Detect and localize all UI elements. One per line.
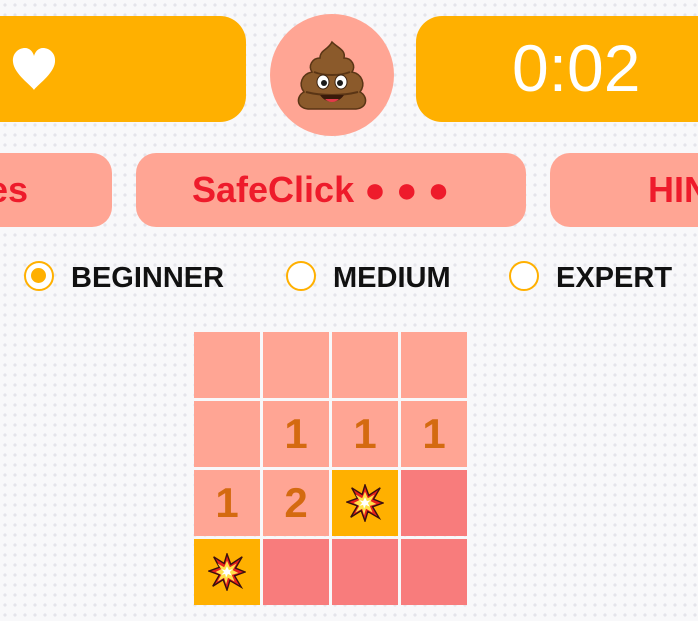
hidden-cell[interactable] [263, 539, 329, 605]
game-page: 0:02 es SafeClick ● ● ● HIN BEGINNER MED… [0, 0, 698, 621]
cell-number: 2 [284, 479, 308, 526]
revealed-cell[interactable] [194, 332, 260, 398]
lives-button[interactable]: es [0, 153, 112, 227]
radio-expert[interactable] [509, 261, 539, 291]
hint-button[interactable]: HIN [550, 153, 698, 227]
revealed-cell[interactable] [263, 332, 329, 398]
difficulty-selector: BEGINNER MEDIUM EXPERT [0, 260, 698, 296]
revealed-cell[interactable] [401, 332, 467, 398]
poop-emoji-icon [297, 40, 367, 110]
heart-icon [12, 48, 56, 90]
revealed-cell[interactable] [194, 401, 260, 467]
cell-number: 1 [215, 479, 239, 526]
cell-number: 1 [353, 410, 377, 457]
reset-face-button[interactable] [270, 14, 394, 136]
revealed-cell[interactable]: 1 [263, 401, 329, 467]
revealed-cell[interactable]: 1 [194, 470, 260, 536]
difficulty-medium-label: MEDIUM [333, 262, 451, 294]
mine-cell[interactable] [332, 470, 398, 536]
cell-number: 1 [422, 410, 446, 457]
hidden-cell[interactable] [332, 539, 398, 605]
revealed-cell[interactable]: 1 [401, 401, 467, 467]
lives-button-label: es [0, 169, 28, 210]
cell-number: 1 [284, 410, 308, 457]
safeclick-button[interactable]: SafeClick ● ● ● [136, 153, 526, 227]
safeclick-remaining-dots: ● ● ● [364, 169, 450, 210]
timer-panel: 0:02 [416, 16, 698, 122]
hidden-cell[interactable] [401, 470, 467, 536]
revealed-cell[interactable] [332, 332, 398, 398]
explosion-icon [346, 484, 384, 522]
lives-panel [0, 16, 246, 122]
revealed-cell[interactable]: 2 [263, 470, 329, 536]
difficulty-beginner-label: BEGINNER [71, 262, 225, 294]
radio-beginner[interactable] [24, 261, 54, 291]
difficulty-expert-label: EXPERT [556, 262, 673, 294]
hint-button-label: HIN [648, 169, 698, 210]
revealed-cell[interactable]: 1 [332, 401, 398, 467]
minesweeper-board: 11112 [194, 332, 470, 605]
safeclick-label: SafeClick ● ● ● [192, 169, 450, 210]
explosion-icon [208, 553, 246, 591]
radio-medium[interactable] [286, 261, 316, 291]
mine-cell[interactable] [194, 539, 260, 605]
timer-display: 0:02 [512, 31, 641, 105]
hidden-cell[interactable] [401, 539, 467, 605]
